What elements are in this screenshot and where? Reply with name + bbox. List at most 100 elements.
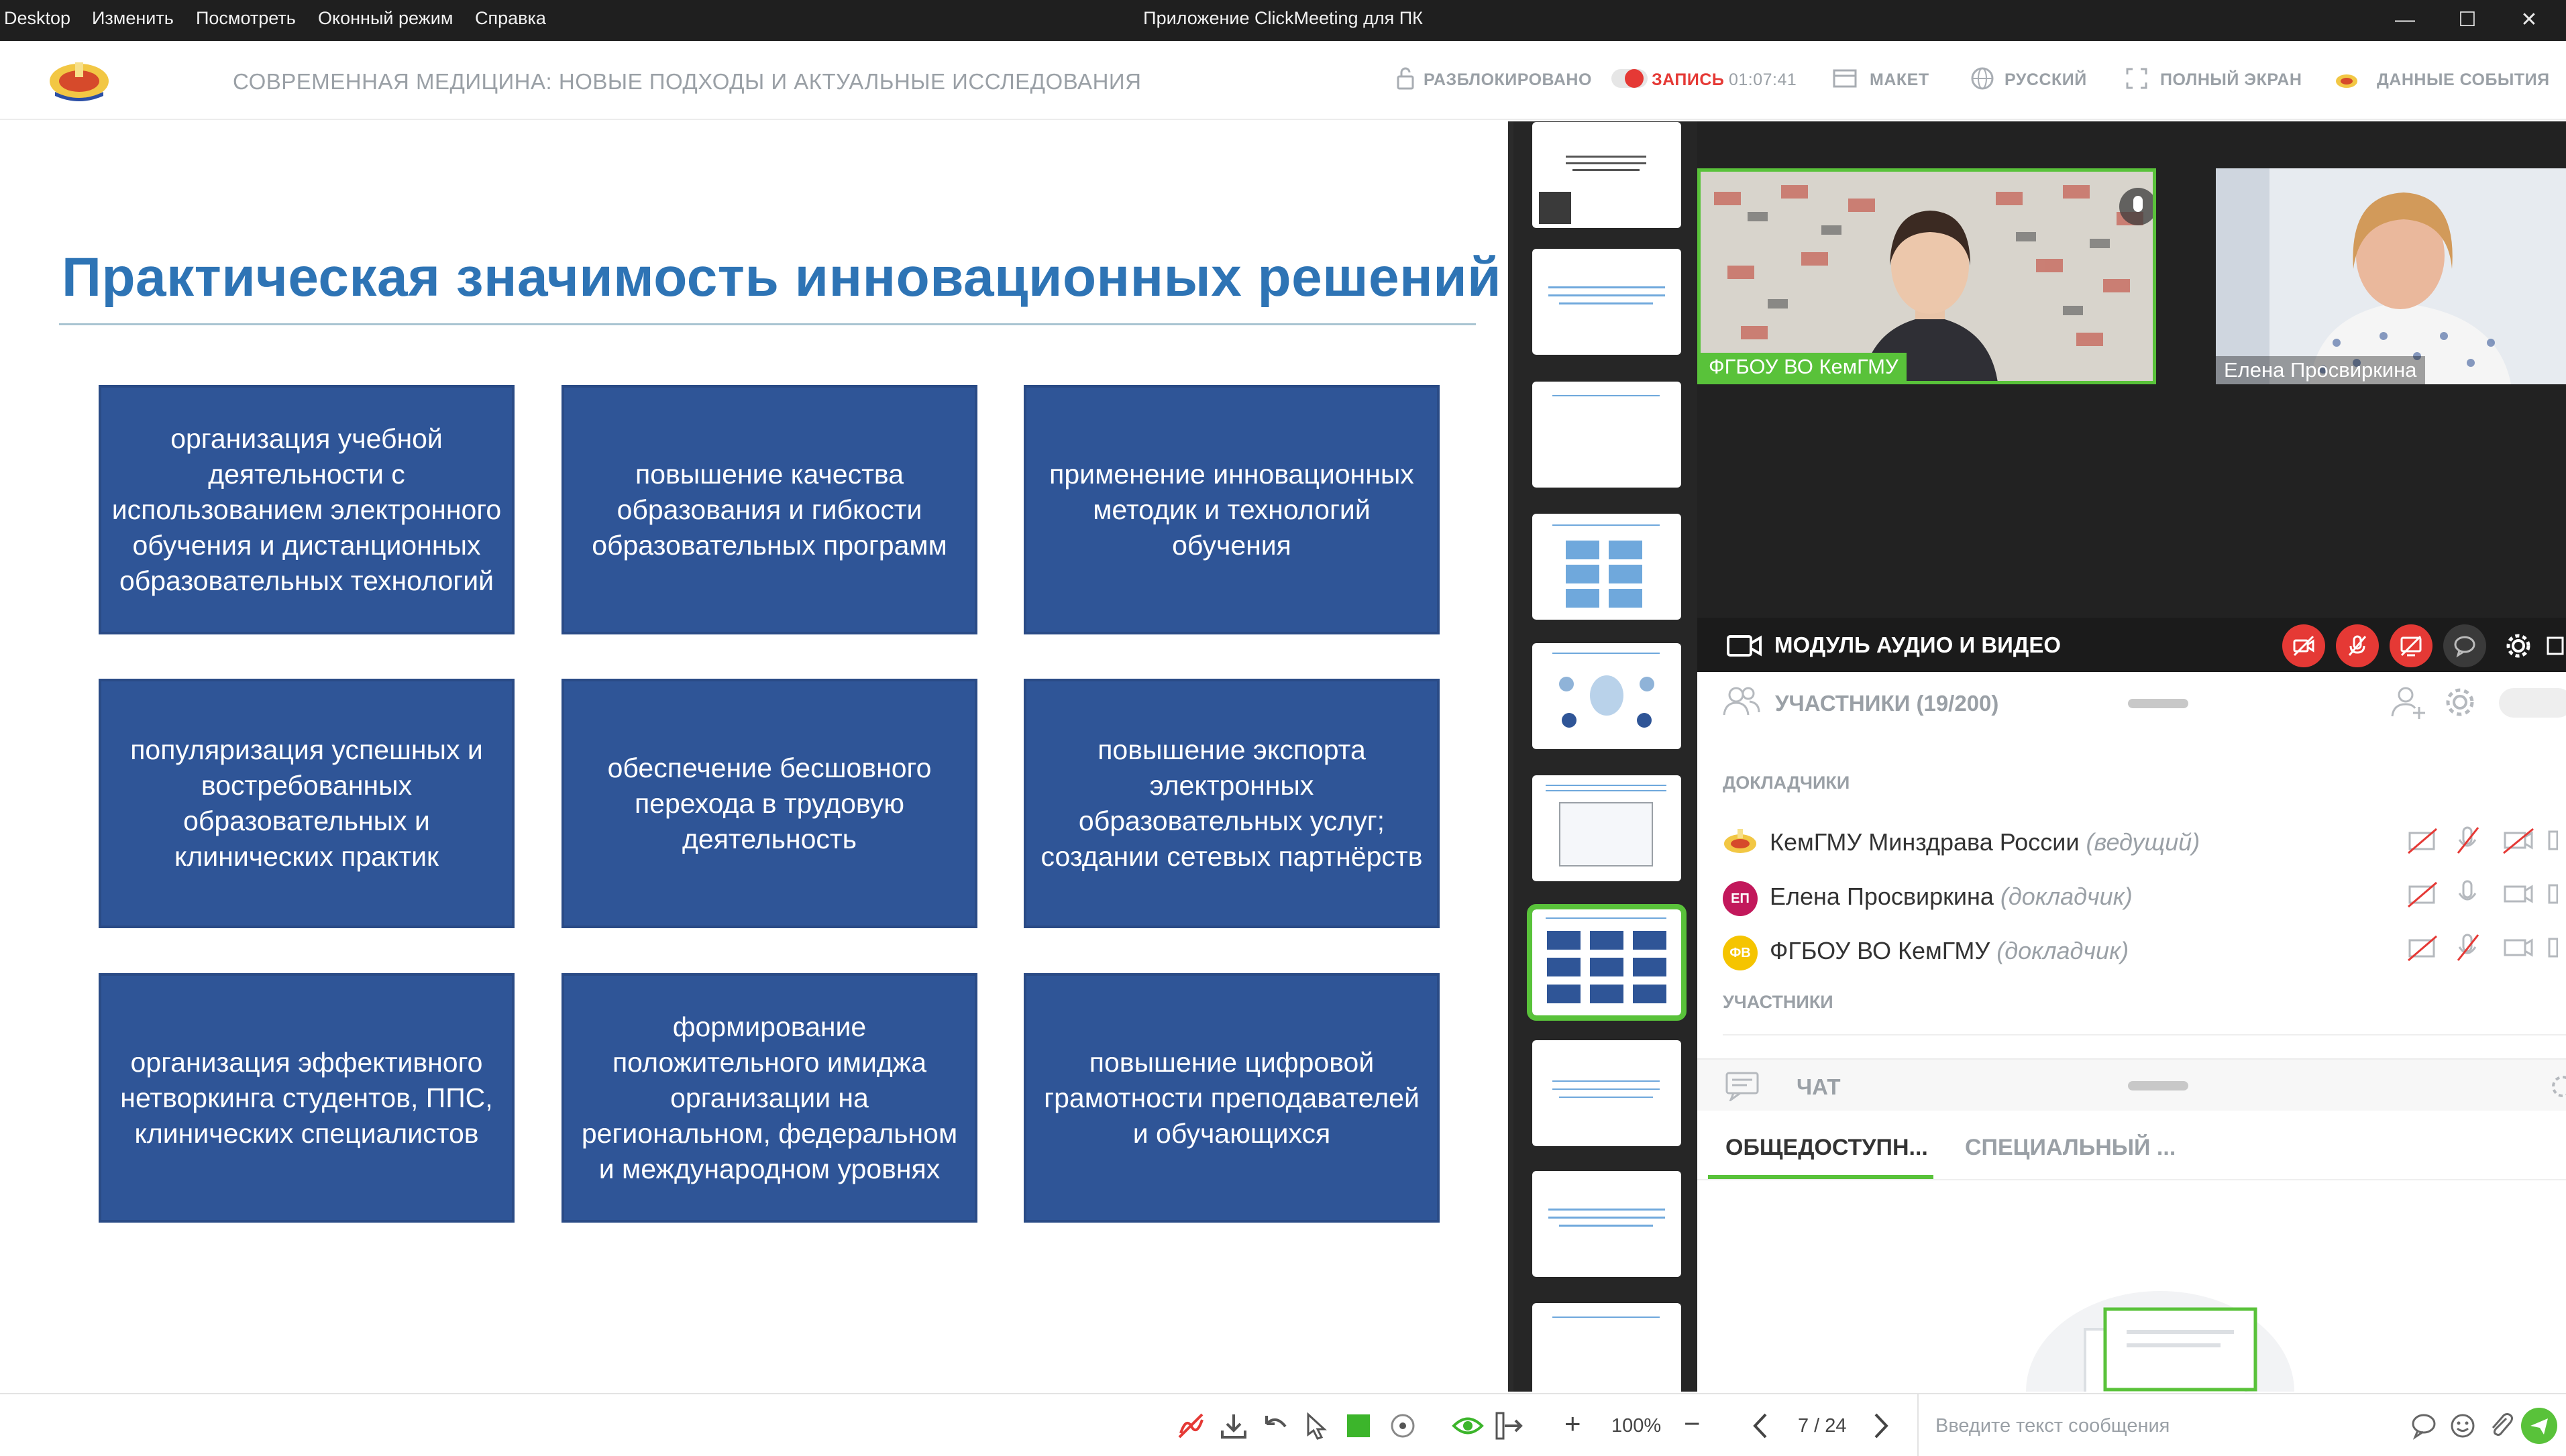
- av-module-title: МОДУЛЬ АУДИО И ВИДЕО: [1774, 632, 2062, 657]
- tab-public-chat[interactable]: ОБЩЕДОСТУПН...: [1725, 1135, 1928, 1161]
- chat-header[interactable]: ЧАТ: [1797, 1074, 1841, 1100]
- attach-icon[interactable]: [2483, 1409, 2517, 1443]
- prev-page-icon[interactable]: [1744, 1409, 1778, 1443]
- screen-share-off-icon: [2400, 635, 2422, 657]
- slide-thumbnail[interactable]: [1532, 1171, 1681, 1277]
- globe-icon: [1971, 67, 1994, 90]
- menu-help[interactable]: Справка: [475, 8, 546, 29]
- language-selector[interactable]: РУССКИЙ: [2004, 70, 2087, 90]
- video-label: ФГБОУ ВО КемГМУ: [1701, 353, 1907, 381]
- slide-block: популяризация успешных и востребованных …: [99, 679, 515, 928]
- tab-special-chat[interactable]: СПЕЦИАЛЬНЫЙ ...: [1965, 1135, 2176, 1161]
- av-module-bar: МОДУЛЬ АУДИО И ВИДЕО: [1697, 618, 2566, 673]
- chat-resize-grip[interactable]: [2128, 1081, 2188, 1090]
- participant-name[interactable]: ФГБОУ ВО КемГМУ (докладчик): [1770, 937, 2129, 965]
- mic-off-button[interactable]: [2336, 624, 2379, 667]
- speakers-label: ДОКЛАДЧИКИ: [1723, 773, 1850, 793]
- layout-button[interactable]: МАКЕТ: [1870, 70, 1929, 90]
- menu-edit[interactable]: Изменить: [92, 8, 174, 29]
- menu-view[interactable]: Посмотреть: [196, 8, 296, 29]
- slide-block: повышение экспорта электронных образоват…: [1024, 679, 1440, 928]
- divider: [1723, 1034, 2566, 1035]
- zoom-level: 100%: [1611, 1415, 1662, 1437]
- participants-label: УЧАСТНИКИ: [1723, 992, 1833, 1012]
- gear-icon[interactable]: [2442, 684, 2478, 720]
- speech-bubble-icon[interactable]: [2407, 1409, 2441, 1443]
- video-tile-kemgmu[interactable]: ФГБОУ ВО КемГМУ: [1697, 168, 2156, 384]
- mic-off-icon: [2348, 635, 2367, 656]
- fullscreen-icon: [2126, 68, 2147, 89]
- slide-block: организация учебной деятельности с испол…: [99, 385, 515, 634]
- panel-resize-grip[interactable]: [2128, 699, 2188, 708]
- menu-desktop[interactable]: Desktop: [4, 8, 70, 29]
- slide-thumbnail-active[interactable]: [1527, 904, 1687, 1021]
- camera-icon: [1727, 635, 1762, 657]
- color-square-icon[interactable]: [1347, 1414, 1370, 1437]
- slide-thumbnail[interactable]: [1532, 382, 1681, 488]
- unlocked-status[interactable]: РАЗБЛОКИРОВАНО: [1424, 70, 1592, 90]
- video-label: Елена Просвиркина: [2216, 356, 2425, 384]
- record-toggle[interactable]: [1611, 69, 1648, 88]
- event-title: СОВРЕМЕННАЯ МЕДИЦИНА: НОВЫЕ ПОДХОДЫ И АК…: [233, 69, 1142, 94]
- avatar: ЕП: [1723, 881, 1758, 916]
- emoji-icon[interactable]: [2446, 1409, 2479, 1443]
- presentation-slide: Практическая значимость инновационных ре…: [0, 121, 1508, 1392]
- event-data-button[interactable]: ДАННЫЕ СОБЫТИЯ: [2377, 70, 2550, 90]
- close-window-button[interactable]: ✕: [2509, 5, 2549, 35]
- slide-title: Практическая значимость инновационных ре…: [62, 247, 1502, 308]
- slide-thumbnail[interactable]: [1532, 643, 1681, 749]
- slide-thumbnail[interactable]: [1532, 514, 1681, 620]
- slide-divider[interactable]: [1508, 121, 1513, 1392]
- minimize-button[interactable]: —: [2385, 5, 2425, 35]
- eye-icon[interactable]: [1451, 1409, 1485, 1443]
- add-user-icon[interactable]: [2390, 684, 2427, 720]
- chat-bubble-button[interactable]: [2443, 624, 2486, 667]
- participant-status-icons[interactable]: [2407, 824, 2558, 978]
- participants-header[interactable]: УЧАСТНИКИ (19/200): [1775, 691, 1998, 716]
- slide-thumbnail[interactable]: [1532, 1303, 1681, 1392]
- chat-header-bar: ЧАТ: [1697, 1058, 2566, 1111]
- slide-thumbnail[interactable]: [1532, 775, 1681, 881]
- av-settings-button[interactable]: [2497, 624, 2540, 667]
- participants-toggle[interactable]: [2499, 688, 2566, 718]
- participant-name[interactable]: КемГМУ Минздрава России (ведущий): [1770, 828, 2200, 856]
- slide-thumbnail[interactable]: [1532, 122, 1681, 228]
- camera-off-icon: [2293, 635, 2314, 657]
- send-icon: [2530, 1418, 2548, 1435]
- slide-block: применение инновационных методик и техно…: [1024, 385, 1440, 634]
- record-timer: 01:07:41: [1729, 70, 1797, 89]
- zoom-out-button[interactable]: −: [1684, 1408, 1701, 1440]
- screen-share-off-button[interactable]: [2390, 624, 2433, 667]
- menu-bar: Desktop Изменить Посмотреть Оконный режи…: [0, 0, 2566, 41]
- slide-thumbnails: [1513, 121, 1697, 1392]
- slide-block: обеспечение бесшовного перехода в трудов…: [562, 679, 977, 928]
- gear-icon[interactable]: [2549, 1073, 2566, 1100]
- exit-presentation-icon[interactable]: [1493, 1409, 1526, 1443]
- gear-icon: [2506, 634, 2530, 658]
- record-label[interactable]: ЗАПИСЬ: [1652, 70, 1724, 90]
- undo-icon[interactable]: [1259, 1409, 1292, 1443]
- users-icon: [1723, 687, 1760, 716]
- bottom-toolbar: + 100% − 7 / 24 Введите текст сообщения: [0, 1393, 2566, 1456]
- fullscreen-button[interactable]: ПОЛНЫЙ ЭКРАН: [2160, 70, 2302, 90]
- maximize-button[interactable]: ☐: [2447, 5, 2488, 35]
- zoom-in-button[interactable]: +: [1564, 1408, 1581, 1440]
- participant-name[interactable]: Елена Просвиркина (докладчик): [1770, 883, 2133, 911]
- download-icon[interactable]: [1217, 1409, 1250, 1443]
- slide-title-underline: [59, 323, 1476, 325]
- pointer-icon[interactable]: [1300, 1409, 1334, 1443]
- divider: [1697, 1179, 2566, 1180]
- chat-message-input[interactable]: Введите текст сообщения: [1935, 1415, 2170, 1437]
- next-page-icon[interactable]: [1864, 1409, 1897, 1443]
- av-popout-button[interactable]: [2544, 624, 2564, 667]
- popout-icon: [2547, 636, 2564, 655]
- video-area: ФГБОУ ВО КемГМУ Елена Просвиркина МОДУЛЬ…: [1697, 121, 2566, 673]
- draw-off-icon[interactable]: [1174, 1409, 1208, 1443]
- camera-off-button[interactable]: [2282, 624, 2325, 667]
- send-button[interactable]: [2521, 1408, 2557, 1444]
- menu-window-mode[interactable]: Оконный режим: [318, 8, 453, 29]
- slide-thumbnail[interactable]: [1532, 249, 1681, 355]
- video-tile-prosvirkina[interactable]: Елена Просвиркина: [2216, 168, 2566, 384]
- laser-icon[interactable]: [1386, 1409, 1420, 1443]
- slide-thumbnail[interactable]: [1532, 1040, 1681, 1146]
